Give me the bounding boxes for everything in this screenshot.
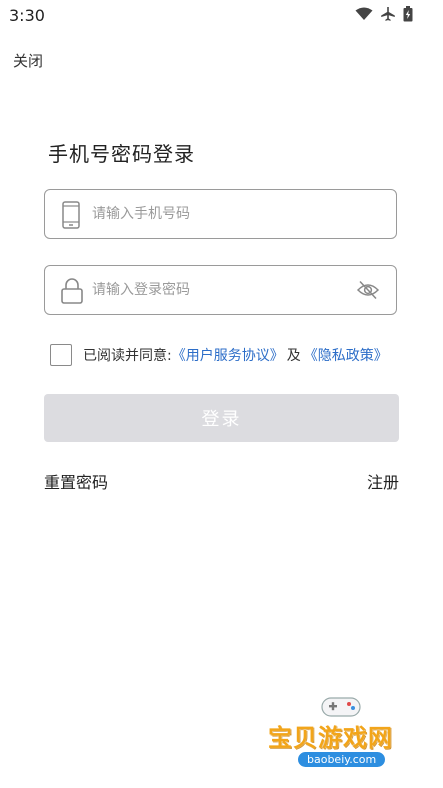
watermark-url: baobeiy.com xyxy=(298,752,386,767)
lock-icon xyxy=(61,278,83,304)
reset-password-link[interactable]: 重置密码 xyxy=(44,469,108,493)
login-button[interactable]: 登录 xyxy=(44,394,399,442)
phone-field[interactable] xyxy=(44,189,397,239)
agreement-row: 已阅读并同意:《用户服务协议》及《隐私政策》 xyxy=(50,343,388,367)
status-bar: 3:30 xyxy=(0,0,443,30)
agreement-prefix: 已阅读并同意: xyxy=(83,348,172,364)
phone-icon xyxy=(62,201,80,229)
page-title: 手机号密码登录 xyxy=(48,142,195,166)
agreement-conjunction: 及 xyxy=(286,348,301,364)
battery-icon xyxy=(403,6,413,22)
phone-input[interactable] xyxy=(92,190,342,238)
gamepad-icon xyxy=(321,697,361,717)
airplane-icon xyxy=(381,7,395,21)
register-link[interactable]: 注册 xyxy=(367,469,399,493)
watermark-logo: 宝贝游戏网 baobeiy.com xyxy=(268,694,416,780)
agreement-checkbox[interactable] xyxy=(50,344,72,366)
terms-link[interactable]: 《用户服务协议》 xyxy=(172,348,284,364)
password-field[interactable] xyxy=(44,265,397,315)
password-input[interactable] xyxy=(92,266,342,314)
wifi-icon xyxy=(355,7,373,20)
status-time: 3:30 xyxy=(9,6,45,25)
watermark-text: 宝贝游戏网 xyxy=(268,724,393,752)
privacy-link[interactable]: 《隐私政策》 xyxy=(304,348,388,364)
status-icons xyxy=(355,6,413,22)
eye-hidden-icon[interactable] xyxy=(356,279,380,301)
agreement-text: 已阅读并同意:《用户服务协议》及《隐私政策》 xyxy=(83,345,388,365)
close-button[interactable]: 关闭 xyxy=(13,50,43,71)
